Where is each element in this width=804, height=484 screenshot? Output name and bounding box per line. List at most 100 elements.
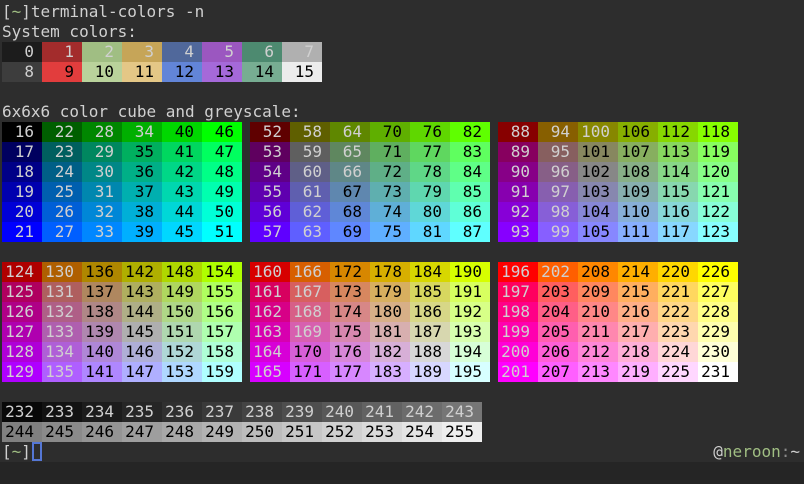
color-cell-100: 100 bbox=[578, 122, 618, 142]
palette-row: 172329354147 bbox=[2, 142, 242, 162]
palette-row: 9197103109115121 bbox=[498, 182, 738, 202]
color-cell-6: 6 bbox=[242, 42, 282, 62]
cube-block-196-231: 1962022082142202261972032092152212271982… bbox=[498, 262, 738, 382]
cube-label: 6x6x6 color cube and greyscale: bbox=[2, 102, 802, 122]
color-cell-128: 128 bbox=[2, 342, 42, 362]
palette-row: 8995101107113119 bbox=[498, 142, 738, 162]
color-cell-104: 104 bbox=[578, 202, 618, 222]
color-cell-201: 201 bbox=[498, 362, 538, 382]
color-cell-82: 82 bbox=[450, 122, 490, 142]
palette-row: 192531374349 bbox=[2, 182, 242, 202]
cube-block-160-195: 1601661721781841901611671731791851911621… bbox=[250, 262, 490, 382]
color-cell-68: 68 bbox=[330, 202, 370, 222]
color-cell-5: 5 bbox=[202, 42, 242, 62]
palette-row: 232233234235236237238239240241242243 bbox=[2, 402, 802, 422]
color-cell-182: 182 bbox=[370, 342, 410, 362]
color-cell-179: 179 bbox=[370, 282, 410, 302]
color-cell-247: 247 bbox=[122, 422, 162, 442]
color-cell-224: 224 bbox=[658, 342, 698, 362]
color-cell-79: 79 bbox=[410, 182, 450, 202]
terminal-cursor[interactable] bbox=[32, 442, 42, 461]
color-cell-185: 185 bbox=[410, 282, 450, 302]
color-cell-115: 115 bbox=[658, 182, 698, 202]
color-cell-110: 110 bbox=[618, 202, 658, 222]
color-cell-186: 186 bbox=[410, 302, 450, 322]
color-cell-71: 71 bbox=[370, 142, 410, 162]
color-cell-24: 24 bbox=[42, 162, 82, 182]
color-cell-14: 14 bbox=[242, 62, 282, 82]
color-cell-149: 149 bbox=[162, 282, 202, 302]
palette-row: 128134140146152158 bbox=[2, 342, 242, 362]
color-cell-116: 116 bbox=[658, 202, 698, 222]
color-cell-27: 27 bbox=[42, 222, 82, 242]
color-cell-197: 197 bbox=[498, 282, 538, 302]
status-at: @ bbox=[713, 442, 723, 461]
palette-row: 197203209215221227 bbox=[498, 282, 738, 302]
color-cell-187: 187 bbox=[410, 322, 450, 342]
color-cell-150: 150 bbox=[162, 302, 202, 322]
color-cell-209: 209 bbox=[578, 282, 618, 302]
color-cell-246: 246 bbox=[82, 422, 122, 442]
color-cell-199: 199 bbox=[498, 322, 538, 342]
color-cell-26: 26 bbox=[42, 202, 82, 222]
prompt-close-bracket: ] bbox=[21, 442, 31, 461]
color-cell-203: 203 bbox=[538, 282, 578, 302]
palette-row: 212733394551 bbox=[2, 222, 242, 242]
color-cell-131: 131 bbox=[42, 282, 82, 302]
color-cell-206: 206 bbox=[538, 342, 578, 362]
color-cell-205: 205 bbox=[538, 322, 578, 342]
color-cell-202: 202 bbox=[538, 262, 578, 282]
prompt-open-bracket: [ bbox=[2, 2, 12, 21]
color-cell-156: 156 bbox=[202, 302, 242, 322]
status-colon: : bbox=[781, 442, 791, 461]
color-cell-22: 22 bbox=[42, 122, 82, 142]
palette-row: 161167173179185191 bbox=[250, 282, 490, 302]
color-cell-56: 56 bbox=[250, 202, 290, 222]
color-cell-172: 172 bbox=[330, 262, 370, 282]
color-cell-163: 163 bbox=[250, 322, 290, 342]
color-cell-51: 51 bbox=[202, 222, 242, 242]
color-cell-241: 241 bbox=[362, 402, 402, 422]
color-cell-31: 31 bbox=[82, 182, 122, 202]
palette-row: 160166172178184190 bbox=[250, 262, 490, 282]
color-cell-154: 154 bbox=[202, 262, 242, 282]
color-cell-155: 155 bbox=[202, 282, 242, 302]
color-cell-62: 62 bbox=[290, 202, 330, 222]
palette-row: 126132138144150156 bbox=[2, 302, 242, 322]
color-cell-160: 160 bbox=[250, 262, 290, 282]
color-cell-11: 11 bbox=[122, 62, 162, 82]
color-cell-123: 123 bbox=[698, 222, 738, 242]
color-cell-45: 45 bbox=[162, 222, 202, 242]
color-cell-157: 157 bbox=[202, 322, 242, 342]
color-cell-164: 164 bbox=[250, 342, 290, 362]
palette-row: 164170176182188194 bbox=[250, 342, 490, 362]
color-cell-21: 21 bbox=[2, 222, 42, 242]
color-cell-223: 223 bbox=[658, 322, 698, 342]
color-cell-176: 176 bbox=[330, 342, 370, 362]
color-cell-227: 227 bbox=[698, 282, 738, 302]
color-cell-253: 253 bbox=[362, 422, 402, 442]
color-cell-39: 39 bbox=[122, 222, 162, 242]
palette-row: 566268748086 bbox=[250, 202, 490, 222]
palette-row: 89101112131415 bbox=[2, 62, 802, 82]
color-cell-207: 207 bbox=[538, 362, 578, 382]
color-cell-37: 37 bbox=[122, 182, 162, 202]
color-cell-250: 250 bbox=[242, 422, 282, 442]
color-cell-76: 76 bbox=[410, 122, 450, 142]
greyscale-row-1: 232233234235236237238239240241242243 bbox=[2, 402, 802, 422]
palette-row: 129135141147153159 bbox=[2, 362, 242, 382]
color-cell-84: 84 bbox=[450, 162, 490, 182]
color-cell-50: 50 bbox=[202, 202, 242, 222]
color-cell-78: 78 bbox=[410, 162, 450, 182]
color-cell-233: 233 bbox=[42, 402, 82, 422]
color-cell-192: 192 bbox=[450, 302, 490, 322]
color-cell-211: 211 bbox=[578, 322, 618, 342]
color-cell-175: 175 bbox=[330, 322, 370, 342]
color-cell-23: 23 bbox=[42, 142, 82, 162]
color-cell-32: 32 bbox=[82, 202, 122, 222]
color-cell-63: 63 bbox=[290, 222, 330, 242]
window-bottom-strip bbox=[0, 462, 804, 484]
color-cell-66: 66 bbox=[330, 162, 370, 182]
color-cell-46: 46 bbox=[202, 122, 242, 142]
terminal[interactable]: [~]terminal-colors -n System colors: 012… bbox=[2, 2, 802, 462]
